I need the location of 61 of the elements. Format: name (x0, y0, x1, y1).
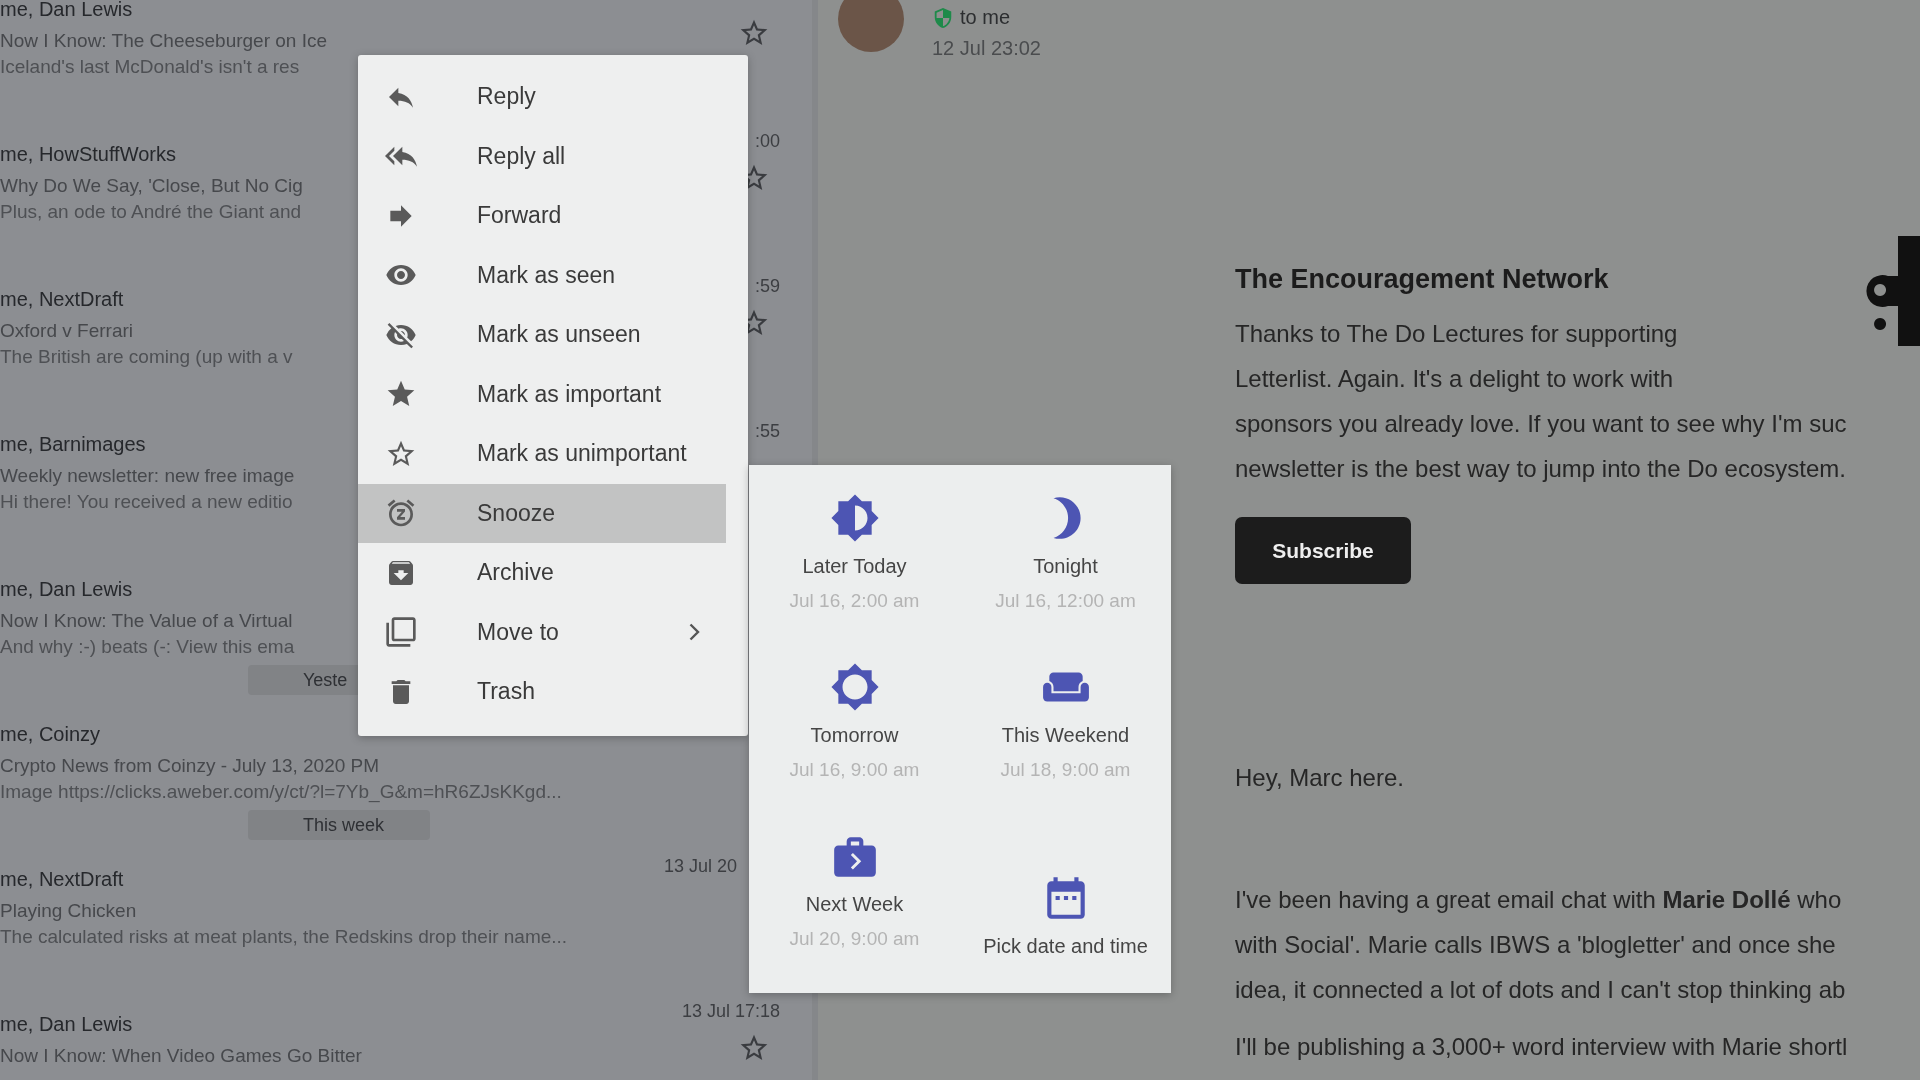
message-time: :55 (753, 421, 780, 442)
snooze-option[interactable]: Next Week Jul 20, 9:00 am (749, 831, 960, 1000)
snooze-option[interactable]: Pick date and time (960, 831, 1171, 1000)
message-subject: Playing Chicken (0, 899, 137, 923)
message-subject: Weekly newsletter: new free image (0, 464, 295, 488)
message-subject: Why Do We Say, 'Close, But No Cig (0, 174, 303, 198)
body-text: newsletter is the best way to jump into the Do ecosystem. (1235, 454, 1847, 484)
menu-item[interactable]: Mark as unimportant (358, 424, 726, 484)
body-text: Letterlist. Again. It's a delight to work with (1235, 364, 1675, 394)
sender-name: me, Dan Lewis (0, 0, 133, 21)
sender-name: me, NextDraft (0, 288, 124, 311)
sender-name: me, NextDraft (0, 868, 124, 891)
sender-name: me, Coinzy (0, 723, 101, 746)
menu-item[interactable]: Mark as important (358, 364, 726, 424)
message-time: :00 (753, 131, 780, 152)
date-separator: This week (248, 810, 430, 840)
menu-item[interactable]: Archive (358, 543, 726, 603)
body-text: sponsors you already love. If you want to see why I'm suc (1235, 409, 1848, 439)
subscribe-button[interactable]: Subscribe (1235, 517, 1411, 584)
message-preview: Hi there! You received a new editio (0, 490, 293, 514)
greeting-text: Hey, Marc here. (1235, 764, 1405, 792)
menu-item[interactable]: Forward (358, 186, 726, 246)
newsletter-heading: The Encouragement Network (1235, 264, 1610, 295)
message-preview: Plus, an ode to André the Giant and (0, 200, 302, 224)
recipient-text: to me (960, 6, 1011, 29)
menu-item[interactable]: Reply (358, 67, 726, 127)
email-date: 12 Jul 23:02 (932, 37, 1041, 60)
sender-name: me, HowStuffWorks (0, 143, 176, 166)
message-subject: Crypto News from Coinzy - July 13, 2020 PM (0, 754, 380, 778)
avatar-circle (838, 0, 904, 52)
message-subject: Now I Know: The Cheeseburger on Ice (0, 29, 328, 53)
snooze-option[interactable]: This Weekend Jul 18, 9:00 am (960, 662, 1171, 831)
menu-item[interactable]: Mark as seen (358, 245, 726, 305)
message-subject: Oxford v Ferrari (0, 319, 134, 343)
message-preview: Image https://clicks.aweber.com/y/ct/?l=7Yb_G&m=hR6ZJsKKgd... (0, 780, 562, 804)
snooze-option[interactable]: Later Today Jul 16, 2:00 am (749, 493, 960, 662)
sender-name: me, Barnimages (0, 433, 146, 456)
message-preview: And why :-) beats (-: View this ema (0, 635, 295, 659)
message-preview: The British are coming (up with a v (0, 345, 293, 369)
body-text: with Social'. Marie calls IBWS a 'blogletter' and once she (1235, 930, 1837, 960)
message-time: :59 (753, 276, 780, 297)
snooze-option[interactable]: Tomorrow Jul 16, 9:00 am (749, 662, 960, 831)
body-text: idea, it connected a lot of dots and I can't stop thinking ab (1235, 975, 1847, 1005)
snooze-option[interactable]: Tonight Jul 16, 12:00 am (960, 493, 1171, 662)
message-time: 13 Jul 20 (664, 856, 739, 877)
menu-item[interactable]: Mark as unseen (358, 305, 726, 365)
message-subject: Now I Know: The Value of a Virtual (0, 609, 293, 633)
body-text: Thanks to The Do Lectures for supporting (1235, 319, 1679, 349)
sender-name: me, Dan Lewis (0, 1013, 133, 1036)
menu-item[interactable]: Reply all (358, 126, 726, 186)
copy-icon (384, 615, 418, 650)
menu-item[interactable]: Move to (358, 602, 726, 662)
menu-item[interactable]: Snooze (358, 483, 726, 543)
message-time: 13 Jul 17:18 (680, 1001, 780, 1022)
message-preview: The calculated risks at meat plants, the Redskins drop their name... (0, 925, 568, 949)
body-text: I'll be publishing a 3,000+ word interview with Marie shortl (1235, 1032, 1849, 1062)
sender-name: me, Dan Lewis (0, 578, 133, 601)
message-subject: Now I Know: When Video Games Go Bitter (0, 1044, 362, 1068)
message-preview: Iceland's last McDonald's isn't a res (0, 55, 300, 79)
body-text: I've been having a great email chat with Marie Dollé who (1235, 885, 1843, 915)
shield-icon (932, 6, 954, 29)
